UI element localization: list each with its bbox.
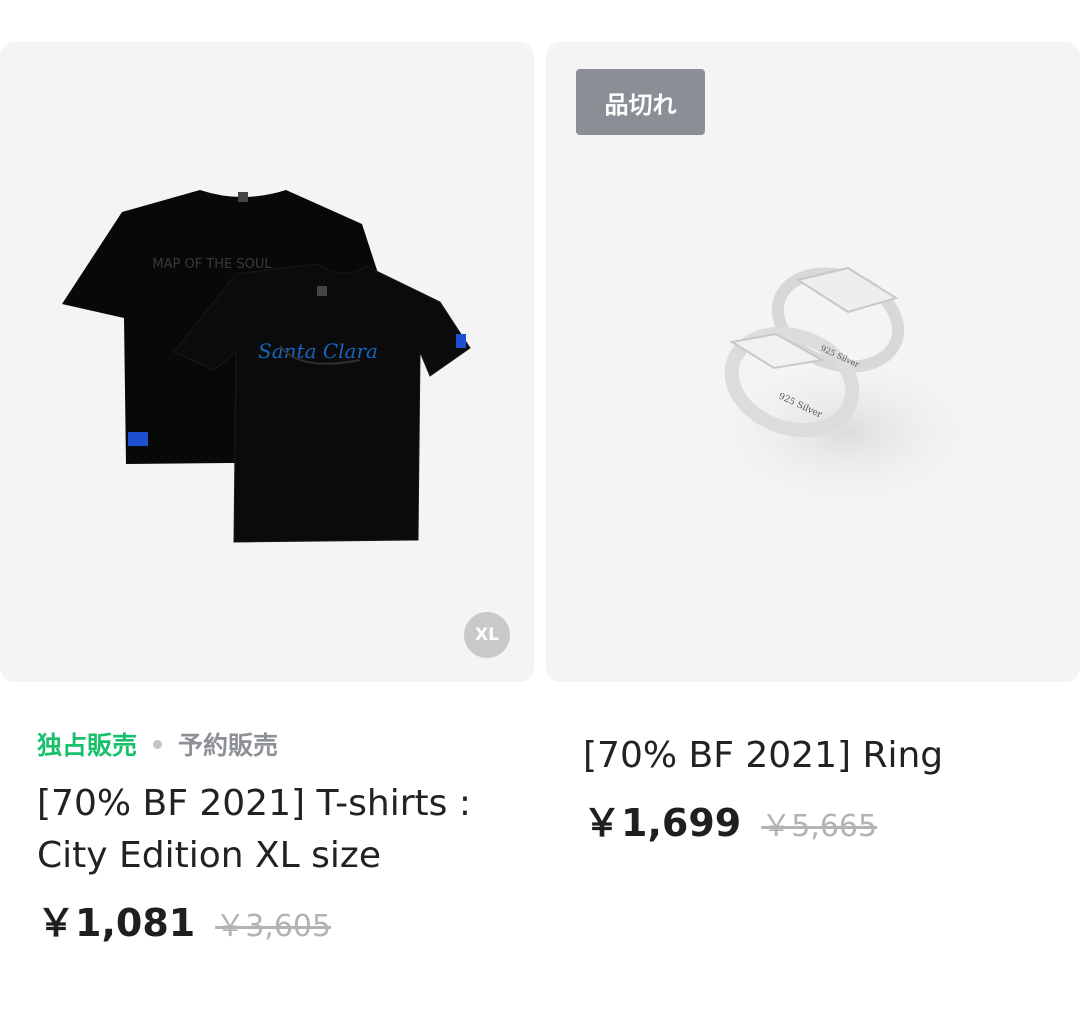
size-badge: XL (464, 612, 510, 658)
shirt-print-text: MAP OF THE SOUL (152, 257, 272, 272)
product-grid: MAP OF THE SOUL Santa Clara XL 独占販売 予約販売… (0, 0, 1080, 1013)
ring-illustration: 925 Silver 925 Silver (706, 266, 986, 512)
blue-patch (128, 432, 148, 446)
shirt-script-text: Santa Clara (258, 339, 378, 363)
product-image-ring[interactable]: 925 Silver 925 Silver 品切れ (546, 42, 1080, 682)
tag-exclusive: 独占販売 (37, 731, 138, 760)
tshirt-illustration: MAP OF THE SOUL Santa Clara (62, 190, 471, 543)
tag-row: 独占販売 予約販売 (37, 726, 278, 762)
tag-preorder: 予約販売 (178, 731, 279, 760)
product-card-ring[interactable]: 925 Silver 925 Silver 品切れ [70% BF 2021] … (546, 42, 1080, 845)
product-title[interactable]: [70% BF 2021] Ring (583, 730, 1063, 782)
current-price: ￥1,081 (37, 901, 196, 945)
product-title[interactable]: [70% BF 2021] T-shirts : City Edition XL… (37, 778, 507, 882)
price-row: ￥1,699 ￥5,665 (583, 792, 877, 847)
original-price: ￥5,665 (761, 809, 878, 844)
tag-separator-dot (153, 739, 163, 749)
product-image-tshirt[interactable]: MAP OF THE SOUL Santa Clara XL (0, 42, 534, 682)
original-price: ￥3,605 (215, 909, 332, 944)
current-price: ￥1,699 (583, 801, 742, 845)
sold-out-badge: 品切れ (576, 69, 705, 135)
price-row: ￥1,081 ￥3,605 (37, 892, 331, 947)
product-card-tshirt[interactable]: MAP OF THE SOUL Santa Clara XL 独占販売 予約販売… (0, 42, 534, 945)
